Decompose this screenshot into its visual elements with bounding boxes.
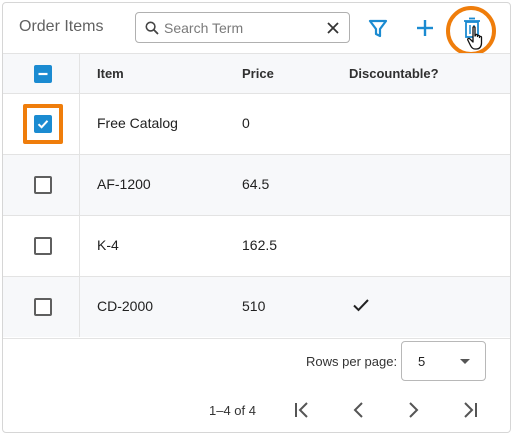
select-column: [3, 277, 80, 337]
rows-per-page-label: Rows per page:: [306, 354, 398, 369]
column-header-discountable[interactable]: Discountable?: [349, 66, 439, 81]
cell-price: 162.5: [242, 237, 278, 253]
discountable-check-icon: [353, 299, 369, 312]
first-page-icon[interactable]: [290, 398, 314, 422]
table-row[interactable]: AF-1200 64.5: [3, 154, 510, 215]
hand-cursor-icon: [467, 26, 483, 50]
filter-icon[interactable]: [365, 15, 391, 41]
table-header-row: Item Price Discountable?: [3, 53, 510, 93]
caret-down-icon: [460, 359, 470, 364]
cell-item: AF-1200: [97, 176, 151, 192]
cell-item: K-4: [97, 237, 119, 253]
select-all-checkbox[interactable]: [34, 65, 52, 83]
close-icon[interactable]: [326, 21, 340, 35]
toolbar: Order Items Search Term: [3, 3, 510, 56]
row-checkbox[interactable]: [34, 237, 52, 255]
table-row[interactable]: Free Catalog 0: [3, 93, 510, 154]
order-items-table: Item Price Discountable? Free Catalog 0 …: [3, 53, 510, 337]
search-input[interactable]: Search Term: [135, 12, 350, 43]
table-footer: Rows per page: 5 1–4 of 4: [3, 338, 510, 434]
search-placeholder: Search Term: [164, 20, 244, 36]
last-page-icon[interactable]: [458, 398, 482, 422]
rows-per-page-select[interactable]: 5: [401, 341, 486, 381]
select-column: [3, 54, 80, 93]
row-checkbox[interactable]: [34, 298, 52, 316]
select-column: [3, 155, 80, 215]
table-row[interactable]: K-4 162.5: [3, 215, 510, 276]
cell-item: Free Catalog: [97, 115, 178, 131]
order-items-card: Order Items Search Term Item Price Disco…: [2, 2, 511, 433]
cell-price: 64.5: [242, 176, 270, 192]
select-column: [3, 216, 80, 276]
cell-price: 510: [242, 298, 266, 314]
rows-per-page-value: 5: [418, 354, 426, 369]
row-checkbox[interactable]: [34, 176, 52, 194]
search-icon: [145, 21, 159, 35]
previous-page-icon[interactable]: [347, 398, 371, 422]
minus-icon: [38, 72, 48, 76]
cell-item: CD-2000: [97, 298, 154, 314]
check-icon: [37, 120, 49, 129]
page-title: Order Items: [19, 18, 104, 35]
table-row[interactable]: CD-2000 510: [3, 276, 510, 337]
select-column: [3, 94, 80, 154]
column-header-price[interactable]: Price: [242, 66, 274, 81]
pagination-range: 1–4 of 4: [209, 403, 256, 418]
row-checkbox[interactable]: [34, 115, 52, 133]
cell-price: 0: [242, 115, 250, 131]
plus-icon[interactable]: [412, 15, 438, 41]
column-header-item[interactable]: Item: [97, 66, 124, 81]
next-page-icon[interactable]: [401, 398, 425, 422]
